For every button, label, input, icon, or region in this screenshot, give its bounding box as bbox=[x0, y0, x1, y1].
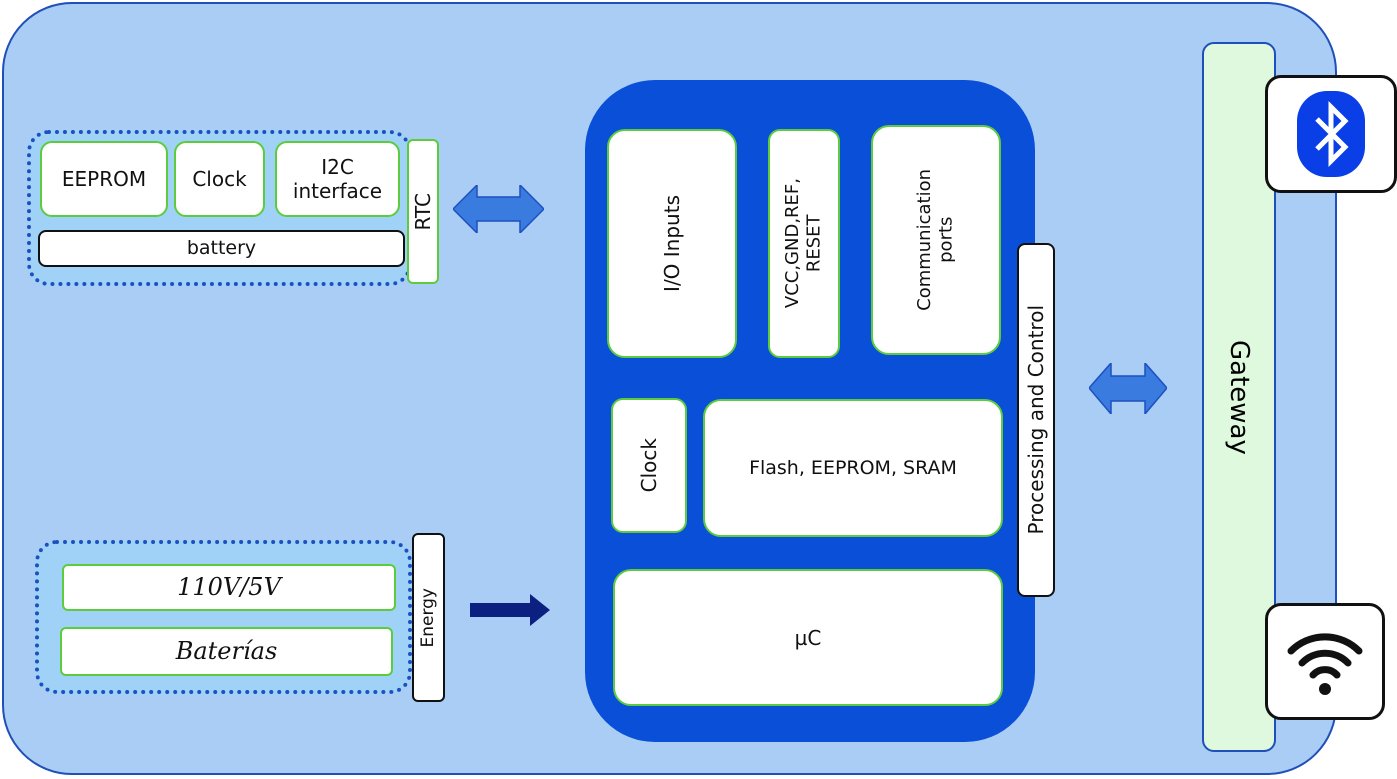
energy-label: Energy bbox=[418, 587, 439, 648]
gateway-double-arrow bbox=[1089, 363, 1167, 414]
power-pins-label-2: RESET bbox=[804, 214, 825, 273]
batteries-box: Baterías bbox=[60, 627, 393, 676]
comm-label-2: ports bbox=[936, 216, 957, 264]
i2c-label-1: I2C bbox=[321, 155, 354, 179]
rtc-double-arrow bbox=[453, 185, 544, 233]
processing-box: Processing and Control bbox=[1017, 243, 1055, 597]
memory-box: Flash, EEPROM, SRAM bbox=[703, 399, 1003, 537]
uc-label: µC bbox=[794, 625, 822, 650]
io-inputs-box: I/O Inputs bbox=[607, 129, 737, 358]
bluetooth-box bbox=[1265, 75, 1397, 193]
i2c-label-2: interface bbox=[292, 179, 383, 203]
eeprom-box: EEPROM bbox=[40, 141, 168, 217]
power-pins-label-1: VCC,GND,REF, bbox=[782, 178, 804, 309]
rtc-box: RTC bbox=[407, 139, 439, 284]
eeprom-label: EEPROM bbox=[61, 167, 147, 191]
wifi-icon bbox=[1287, 632, 1363, 695]
battery-label: battery bbox=[186, 237, 257, 260]
energy-arrow bbox=[470, 594, 550, 626]
processing-label: Processing and Control bbox=[1024, 305, 1048, 535]
uc-clock-label: Clock bbox=[637, 438, 661, 493]
converter-box: 110V/5V bbox=[62, 564, 396, 611]
i2c-box: I2C interface bbox=[275, 141, 400, 217]
energy-box: Energy bbox=[412, 533, 445, 702]
comm-label-1: Communication bbox=[914, 169, 936, 311]
bluetooth-icon bbox=[1297, 91, 1365, 177]
rtc-clock-box: Clock bbox=[174, 141, 265, 217]
power-pins-box: VCC,GND,REF, RESET bbox=[768, 129, 840, 358]
battery-box: battery bbox=[38, 230, 405, 267]
wifi-box bbox=[1265, 603, 1385, 720]
memory-label: Flash, EEPROM, SRAM bbox=[749, 456, 957, 479]
converter-label: 110V/5V bbox=[177, 573, 281, 602]
uc-clock-box: Clock bbox=[611, 398, 687, 533]
uc-box: µC bbox=[613, 569, 1003, 706]
batteries-label: Baterías bbox=[175, 637, 278, 666]
power-pins-label: VCC,GND,REF, RESET bbox=[782, 178, 825, 308]
rtc-clock-label: Clock bbox=[192, 167, 247, 191]
io-inputs-label: I/O Inputs bbox=[660, 195, 684, 292]
comm-ports-label: Communication ports bbox=[914, 169, 957, 311]
gateway-label: Gateway bbox=[1224, 339, 1254, 455]
rtc-label: RTC bbox=[411, 192, 435, 231]
comm-ports-box: Communication ports bbox=[871, 125, 1001, 355]
